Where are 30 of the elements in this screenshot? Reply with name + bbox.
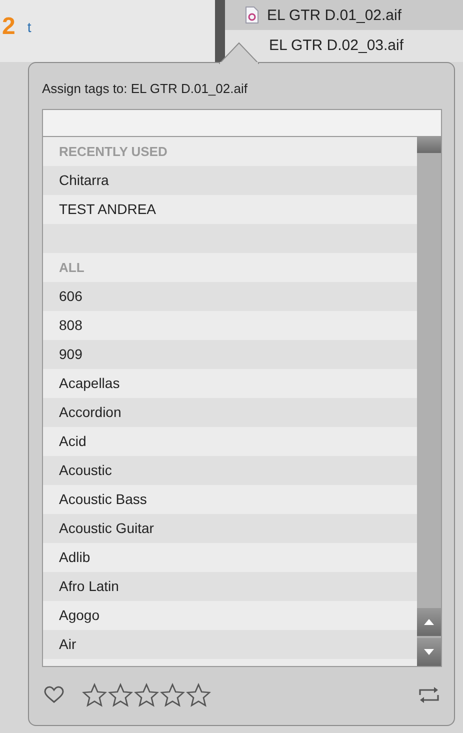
audio-file-icon	[245, 6, 259, 24]
tag-item[interactable]: 909	[43, 340, 417, 369]
tag-item[interactable]: Chitarra	[43, 166, 417, 195]
tag-item[interactable]: 606	[43, 282, 417, 311]
star-icon[interactable]	[186, 683, 211, 707]
scroll-thumb[interactable]	[417, 137, 441, 153]
star-icon[interactable]	[82, 683, 107, 707]
up-arrow-icon	[424, 619, 434, 625]
tag-search-field[interactable]	[42, 109, 442, 137]
sidebar-text: t	[27, 18, 32, 37]
star-icon[interactable]	[160, 683, 185, 707]
repeat-icon[interactable]	[418, 685, 440, 705]
tag-item[interactable]: Acoustic Guitar	[43, 514, 417, 543]
popover-title: Assign tags to: EL GTR D.01_02.aif	[42, 80, 248, 98]
scroll-down-button[interactable]	[417, 638, 441, 666]
tag-item[interactable]: Acoustic	[43, 456, 417, 485]
tag-item[interactable]: Air	[43, 630, 417, 659]
down-arrow-icon	[424, 649, 434, 655]
star-icon[interactable]	[108, 683, 133, 707]
divider-strip	[215, 0, 225, 62]
scroll-up-button[interactable]	[417, 608, 441, 636]
star-icon[interactable]	[134, 683, 159, 707]
file-row[interactable]: EL GTR D.02_03.aif	[225, 30, 463, 60]
tag-item[interactable]: Afro Latin	[43, 572, 417, 601]
heart-icon[interactable]	[44, 686, 64, 704]
tag-item[interactable]: Accordion	[43, 398, 417, 427]
file-row[interactable]: EL GTR D.01_02.aif	[225, 0, 463, 30]
step-number: 2	[2, 12, 16, 42]
scrollbar[interactable]	[417, 137, 441, 666]
star-rating[interactable]	[82, 683, 211, 707]
